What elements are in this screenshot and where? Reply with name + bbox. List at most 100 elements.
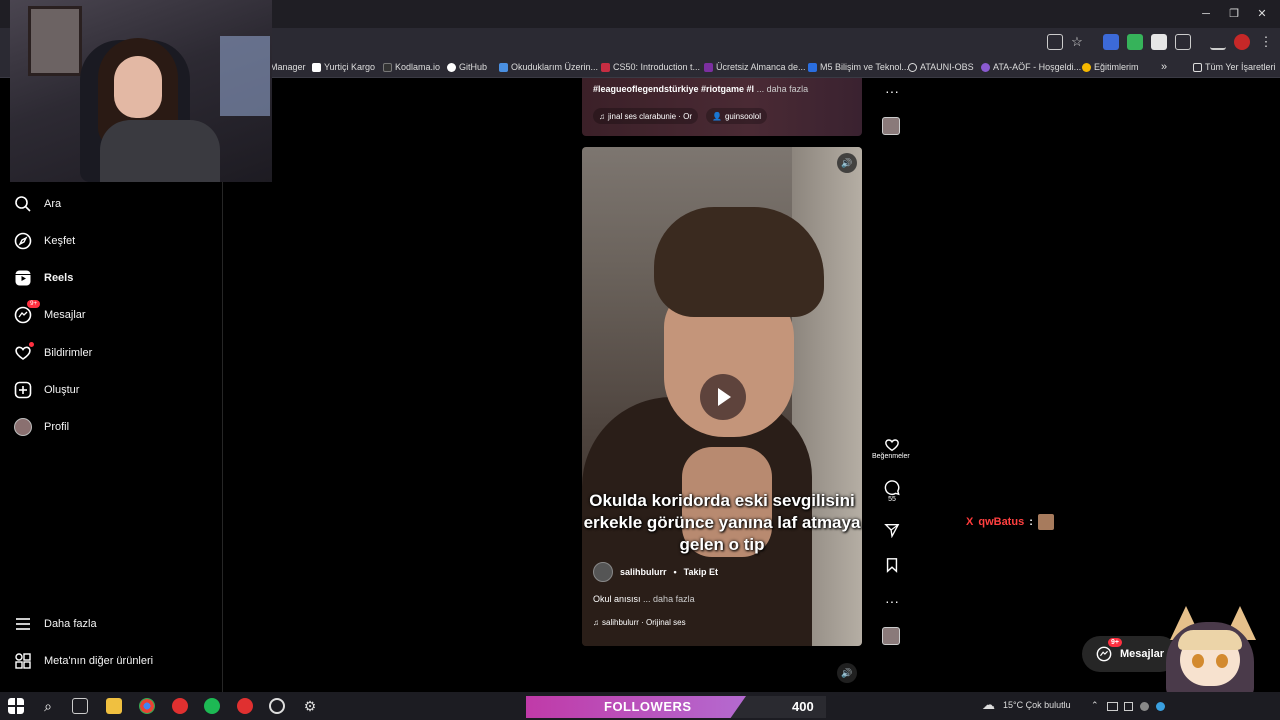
sidebar-item-label: Mesajlar bbox=[44, 309, 86, 321]
tray-app-icon[interactable] bbox=[1124, 702, 1133, 711]
bookmark-item[interactable]: Okuduklarım Üzerin... bbox=[499, 60, 598, 74]
bookmark-label: M5 Bilişim ve Teknol... bbox=[820, 62, 909, 72]
bookmark-item[interactable]: Manager bbox=[270, 60, 306, 74]
bookmark-favicon bbox=[704, 62, 713, 72]
tray-app-icon[interactable] bbox=[1156, 702, 1165, 711]
spotify-icon[interactable] bbox=[204, 698, 220, 714]
person-icon: 👤 bbox=[712, 111, 722, 121]
play-icon[interactable] bbox=[700, 374, 746, 420]
windows-start-icon[interactable] bbox=[8, 698, 24, 714]
file-explorer-icon[interactable] bbox=[106, 698, 122, 714]
kebab-menu-icon[interactable]: ⋮ bbox=[1258, 34, 1274, 50]
like-button[interactable]: Beğenmeler bbox=[872, 437, 910, 460]
followers-count: 400 bbox=[792, 699, 814, 714]
comment-button[interactable]: 55 bbox=[878, 480, 906, 503]
weather-cloud-icon: ☁ bbox=[982, 697, 995, 712]
minimize-icon[interactable]: ─ bbox=[1198, 6, 1214, 22]
previous-reel[interactable]: #leagueoflegendstürkiye #riotgame #l ...… bbox=[582, 78, 862, 136]
caption-text: Okul anısısı bbox=[593, 594, 641, 604]
heart-icon bbox=[14, 342, 34, 362]
sidebar-item-notifications[interactable]: Bildirimler bbox=[14, 341, 92, 365]
sidebar-item-meta[interactable]: Meta'nın diğer ürünleri bbox=[14, 649, 153, 673]
search-icon bbox=[14, 195, 32, 213]
sidebar-item-label: Profil bbox=[44, 421, 70, 433]
bookmark-label: Eğitimlerim bbox=[1094, 62, 1139, 72]
bookmark-item[interactable]: Eğitimlerim bbox=[1082, 60, 1139, 74]
tray-app-icon[interactable] bbox=[1140, 702, 1149, 711]
audio-pill[interactable]: ♫ jinal ses clarabunie · Or bbox=[593, 108, 699, 124]
chat-emote-icon bbox=[1037, 514, 1054, 530]
bookmark-item[interactable]: Ücretsiz Almanca de... bbox=[704, 60, 806, 74]
share-button[interactable] bbox=[878, 522, 906, 538]
mascot-eye bbox=[1192, 654, 1204, 668]
settings-gear-icon[interactable]: ⚙ bbox=[302, 698, 318, 714]
bookmark-item[interactable]: ATA-AÖF - Hoşgeldi... bbox=[981, 60, 1081, 74]
audio-pill[interactable]: ♫ salihbulurr · Orijinal ses bbox=[593, 618, 686, 627]
sidebar-item-more[interactable]: Daha fazla bbox=[14, 612, 97, 636]
anime-mascot-overlay bbox=[1162, 606, 1258, 698]
bookmark-item[interactable]: GitHub bbox=[447, 60, 487, 74]
bookmark-item[interactable]: Kodlama.io bbox=[383, 60, 440, 74]
collab-pill[interactable]: 👤 guinsoolol bbox=[706, 108, 767, 124]
sidebar-item-explore[interactable]: Keşfet bbox=[14, 229, 75, 253]
weather-label[interactable]: 15°C Çok bulutlu bbox=[1003, 700, 1071, 710]
send-icon bbox=[884, 524, 900, 538]
task-view-icon[interactable] bbox=[72, 698, 88, 714]
author-avatar[interactable] bbox=[593, 562, 613, 582]
folder-icon bbox=[1193, 62, 1202, 72]
bookmark-icon bbox=[886, 558, 898, 573]
sidebar-item-search[interactable]: Ara bbox=[14, 192, 61, 216]
install-app-icon[interactable] bbox=[1047, 34, 1063, 50]
bookmark-favicon bbox=[601, 62, 610, 72]
chevron-up-icon[interactable]: ⌃ bbox=[1091, 700, 1099, 711]
bookmark-favicon bbox=[383, 62, 392, 72]
more-options-icon[interactable]: ··· bbox=[878, 83, 906, 99]
restore-icon[interactable]: ❐ bbox=[1226, 6, 1242, 22]
caption-text: #leagueoflegendstürkiye #riotgame #l bbox=[593, 84, 755, 94]
more-link[interactable]: ... daha fazla bbox=[757, 84, 809, 94]
w-extension-icon[interactable] bbox=[1151, 34, 1167, 50]
volume-icon[interactable]: 🔊 bbox=[837, 153, 857, 173]
sidebar-item-profile[interactable]: Profil bbox=[14, 415, 69, 439]
reel-caption: Okul anısısı ... daha fazla bbox=[593, 594, 695, 604]
more-options-icon[interactable]: ··· bbox=[878, 593, 906, 609]
room-light bbox=[220, 36, 270, 116]
bookmarks-overflow-button[interactable]: » bbox=[1161, 60, 1167, 74]
volume-icon[interactable]: 🔊 bbox=[837, 663, 857, 683]
close-icon[interactable]: ✕ bbox=[1254, 6, 1270, 22]
tray-app-icon[interactable] bbox=[1107, 702, 1118, 711]
save-button[interactable] bbox=[878, 557, 906, 573]
obs-icon[interactable] bbox=[269, 698, 285, 714]
app-icon[interactable] bbox=[172, 698, 188, 714]
star-icon[interactable]: ☆ bbox=[1069, 34, 1085, 50]
meta-apps-icon bbox=[14, 652, 32, 670]
bookmark-item[interactable]: Yurtiçi Kargo bbox=[312, 60, 375, 74]
bookmark-item[interactable]: ATAUNI-OBS bbox=[908, 60, 974, 74]
author-username[interactable]: salihbulurr bbox=[620, 567, 667, 577]
puzzle-icon[interactable] bbox=[1175, 34, 1191, 50]
sidebar-item-reels[interactable]: Reels bbox=[14, 266, 73, 290]
more-link[interactable]: ... daha fazla bbox=[643, 594, 695, 604]
bookmark-item[interactable]: CS50: Introduction t... bbox=[601, 60, 700, 74]
overflow-label: » bbox=[1161, 61, 1168, 73]
audio-thumbnail[interactable] bbox=[882, 117, 900, 135]
shield-extension-icon[interactable] bbox=[1127, 34, 1143, 50]
chat-prefix: X bbox=[966, 516, 974, 528]
extension-icon[interactable] bbox=[1103, 34, 1119, 50]
reading-list-icon[interactable] bbox=[1210, 34, 1226, 50]
follow-button[interactable]: Takip Et bbox=[684, 567, 718, 577]
notification-badge: 9+ bbox=[27, 300, 40, 308]
bookmark-label: Tüm Yer İşaretleri bbox=[1205, 62, 1276, 72]
bookmark-label: Okuduklarım Üzerin... bbox=[511, 62, 599, 72]
bookmark-item[interactable]: M5 Bilişim ve Teknol... bbox=[808, 60, 909, 74]
app-icon[interactable] bbox=[237, 698, 253, 714]
sidebar-item-label: Reels bbox=[44, 272, 74, 284]
audio-thumbnail[interactable] bbox=[882, 627, 900, 645]
chrome-icon[interactable] bbox=[139, 698, 155, 714]
search-icon[interactable]: ⌕ bbox=[40, 698, 56, 714]
followers-goal-bar: FOLLOWERS 400 bbox=[526, 696, 826, 718]
sidebar-item-messages[interactable]: 9+ Mesajlar bbox=[14, 300, 86, 327]
sidebar-item-create[interactable]: Oluştur bbox=[14, 378, 79, 402]
all-bookmarks-button[interactable]: Tüm Yer İşaretleri bbox=[1193, 60, 1276, 74]
profile-icon[interactable] bbox=[1234, 34, 1250, 50]
